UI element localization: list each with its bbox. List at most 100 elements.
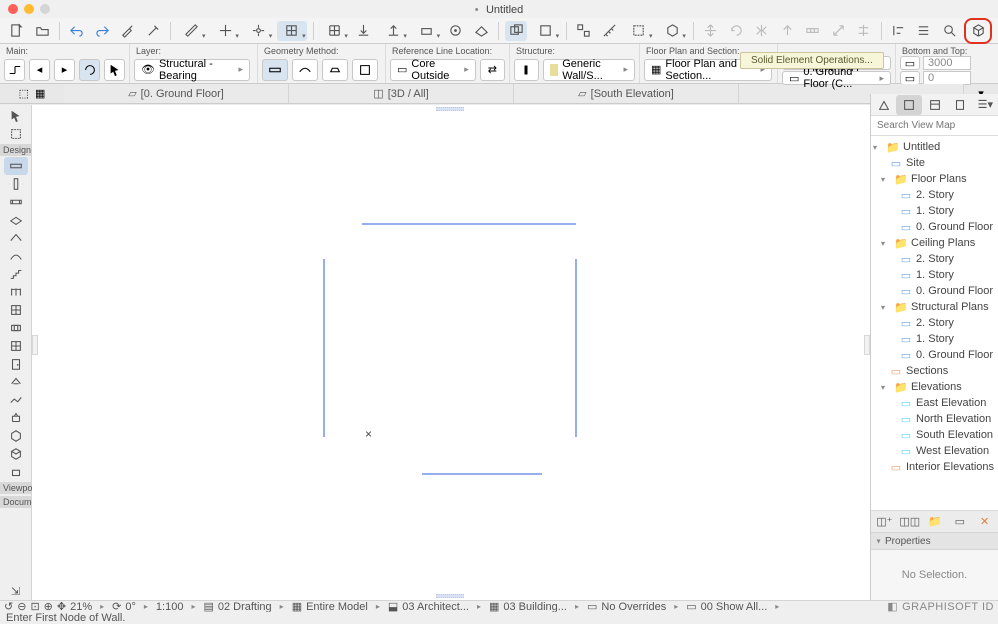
elevation-icon[interactable] bbox=[378, 21, 407, 41]
roof-tool[interactable] bbox=[4, 229, 28, 247]
geom-straight-button[interactable] bbox=[262, 59, 288, 81]
layout-book-button[interactable] bbox=[922, 95, 947, 115]
guide-icon[interactable] bbox=[211, 21, 240, 41]
resize-handle-top[interactable] bbox=[436, 107, 464, 111]
ruler-icon[interactable] bbox=[177, 21, 206, 41]
tree-structural-plans[interactable]: ▾📁Structural Plans bbox=[871, 299, 998, 315]
zoom-window-button[interactable] bbox=[40, 4, 50, 14]
object-tool[interactable] bbox=[4, 409, 28, 427]
window-tool[interactable] bbox=[4, 337, 28, 355]
properties-header[interactable]: Properties bbox=[871, 532, 998, 550]
tree-ceiling-story-2[interactable]: ▭2. Story bbox=[871, 251, 998, 267]
move-icon[interactable] bbox=[700, 21, 722, 41]
skylight-tool[interactable] bbox=[4, 373, 28, 391]
railing-tool[interactable] bbox=[4, 283, 28, 301]
tree-interior-elev[interactable]: ▭Interior Elevations bbox=[871, 459, 998, 475]
tree-ceiling-story-1[interactable]: ▭1. Story bbox=[871, 267, 998, 283]
morph-tool[interactable] bbox=[4, 445, 28, 463]
tree-ceiling-plans[interactable]: ▾📁Ceiling Plans bbox=[871, 235, 998, 251]
distribute-icon[interactable] bbox=[913, 21, 935, 41]
resize-handle-bottom[interactable] bbox=[436, 594, 464, 598]
tree-structural-ground[interactable]: ▭0. Ground Floor bbox=[871, 347, 998, 363]
minimize-window-button[interactable] bbox=[24, 4, 34, 14]
refline-dropdown[interactable]: ▭ Core Outside ▸ bbox=[390, 59, 476, 81]
undo-icon[interactable] bbox=[66, 21, 88, 41]
design-group-label[interactable]: Design bbox=[0, 144, 31, 156]
tab-ground-floor[interactable]: ▱ [0. Ground Floor] bbox=[64, 84, 289, 103]
solid-element-operations-icon[interactable] bbox=[967, 21, 989, 41]
wall-segment[interactable] bbox=[362, 223, 576, 225]
favorites-right-button[interactable]: ▸ bbox=[54, 59, 75, 81]
left-panel-handle[interactable] bbox=[32, 335, 38, 355]
stair-tool[interactable] bbox=[4, 265, 28, 283]
scale-dropdown[interactable]: 1:100▸ bbox=[156, 601, 200, 613]
viewpoint-group-label[interactable]: Viewpoi bbox=[0, 482, 31, 494]
favorites-left-button[interactable]: ◂ bbox=[29, 59, 50, 81]
shell-tool[interactable] bbox=[4, 247, 28, 265]
curtain-wall-tool[interactable] bbox=[4, 301, 28, 319]
tree-structural-story-2[interactable]: ▭2. Story bbox=[871, 315, 998, 331]
geom-trapezoid-button[interactable] bbox=[322, 59, 348, 81]
geom-curved-button[interactable] bbox=[292, 59, 318, 81]
multiply-icon[interactable] bbox=[802, 21, 824, 41]
flip-refline-button[interactable]: ⇄ bbox=[480, 59, 505, 81]
wall-tool[interactable] bbox=[4, 157, 28, 175]
more-tool[interactable] bbox=[4, 463, 28, 481]
top-offset-input[interactable] bbox=[923, 56, 971, 70]
tree-ground-floor[interactable]: ▭0. Ground Floor bbox=[871, 219, 998, 235]
find-select-icon[interactable] bbox=[939, 21, 961, 41]
close-window-button[interactable] bbox=[8, 4, 18, 14]
column-tool[interactable] bbox=[4, 175, 28, 193]
marquee-icon[interactable] bbox=[624, 21, 653, 41]
tab-south-elevation[interactable]: ▱ [South Elevation] bbox=[514, 84, 739, 103]
bottom-offset-icon[interactable]: ▭ bbox=[900, 71, 920, 85]
bottom-offset-input[interactable] bbox=[923, 71, 971, 85]
cursor-snap-icon[interactable] bbox=[445, 21, 467, 41]
structure-dropdown[interactable]: Generic Wall/S... ▸ bbox=[543, 59, 635, 81]
tree-floor-plans[interactable]: ▾📁Floor Plans bbox=[871, 171, 998, 187]
new-view-button[interactable]: ◫⁺ bbox=[875, 513, 894, 531]
resize-icon[interactable] bbox=[828, 21, 850, 41]
gravity-icon[interactable] bbox=[353, 21, 375, 41]
tab-3d-all[interactable]: ◫ [3D / All] bbox=[289, 84, 514, 103]
door-tool[interactable] bbox=[4, 355, 28, 373]
elevate-icon[interactable] bbox=[776, 21, 798, 41]
wall-segment[interactable] bbox=[575, 259, 577, 437]
tree-root[interactable]: ▾📁Untitled bbox=[871, 139, 998, 155]
grid-icon[interactable] bbox=[320, 21, 349, 41]
tree-ceiling-ground[interactable]: ▭0. Ground Floor bbox=[871, 283, 998, 299]
tree-elevations[interactable]: ▾📁Elevations bbox=[871, 379, 998, 395]
measure-icon[interactable] bbox=[599, 21, 621, 41]
tree-site[interactable]: ▭Site bbox=[871, 155, 998, 171]
beam-tool[interactable] bbox=[4, 193, 28, 211]
mesh-tool[interactable] bbox=[4, 391, 28, 409]
suspend-groups-icon[interactable] bbox=[573, 21, 595, 41]
tree-story-2[interactable]: ▭2. Story bbox=[871, 187, 998, 203]
split-icon[interactable] bbox=[853, 21, 875, 41]
syringe-icon[interactable] bbox=[143, 21, 165, 41]
align-icon[interactable] bbox=[888, 21, 910, 41]
opening-tool[interactable] bbox=[4, 319, 28, 337]
arrange-icon[interactable]: ⬚ bbox=[19, 87, 29, 100]
plane-icon[interactable] bbox=[412, 21, 441, 41]
layer-dropdown[interactable]: 👁 Structural - Bearing ▸ bbox=[134, 59, 250, 81]
settings-button[interactable]: ▭ bbox=[951, 513, 970, 531]
tile-icon[interactable]: ▦ bbox=[35, 87, 45, 100]
expand-toolbox-icon[interactable]: ⇲ bbox=[4, 582, 28, 600]
snap-grid-icon[interactable] bbox=[277, 21, 306, 41]
edit-plane-icon[interactable] bbox=[471, 21, 493, 41]
tree-story-1[interactable]: ▭1. Story bbox=[871, 203, 998, 219]
open-icon[interactable] bbox=[32, 21, 54, 41]
mirror-icon[interactable] bbox=[751, 21, 773, 41]
tree-east-elev[interactable]: ▭East Elevation bbox=[871, 395, 998, 411]
home-story-dropdown[interactable]: ▭ 0. Ground Floor (C... ▸ bbox=[782, 71, 891, 85]
arrow-tool-button[interactable] bbox=[104, 59, 125, 81]
default-settings-button[interactable] bbox=[4, 59, 25, 81]
redo-icon[interactable] bbox=[92, 21, 114, 41]
trace-icon[interactable] bbox=[505, 21, 527, 41]
navigator-search-input[interactable] bbox=[871, 116, 998, 135]
tree-sections[interactable]: ▭Sections bbox=[871, 363, 998, 379]
eyedropper-icon[interactable] bbox=[117, 21, 139, 41]
clone-view-button[interactable]: ◫◫ bbox=[900, 513, 920, 531]
publisher-button[interactable] bbox=[947, 95, 972, 115]
